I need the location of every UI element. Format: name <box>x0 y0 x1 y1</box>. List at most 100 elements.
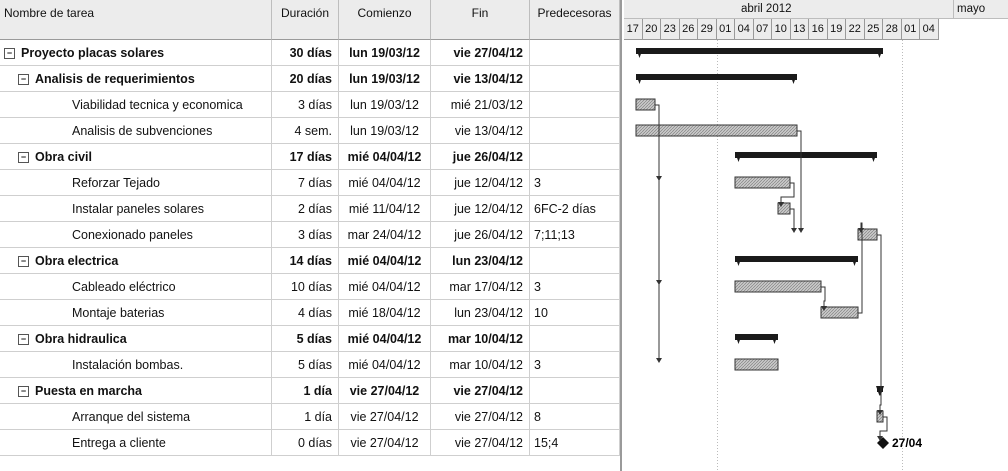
column-header-predecessors[interactable]: Predecesoras <box>530 0 620 40</box>
task-name-cell[interactable]: Instalación bombas. <box>0 352 272 378</box>
task-start-cell[interactable]: mié 04/04/12 <box>339 144 431 170</box>
task-row[interactable]: − Analisis de requerimientos 20 días lun 19… <box>0 66 620 92</box>
task-start-cell[interactable]: mié 04/04/12 <box>339 170 431 196</box>
task-name-cell[interactable]: Entrega a cliente <box>0 430 272 456</box>
task-start-cell[interactable]: mar 24/04/12 <box>339 222 431 248</box>
task-row[interactable]: − Proyecto placas solares 30 días lun 19/03… <box>0 40 620 66</box>
task-name-cell[interactable]: Cableado eléctrico <box>0 274 272 300</box>
task-end-cell[interactable]: mar 10/04/12 <box>431 352 530 378</box>
task-end-cell[interactable]: mié 21/03/12 <box>431 92 530 118</box>
task-name-cell[interactable]: Instalar paneles solares <box>0 196 272 222</box>
task-pred-cell[interactable] <box>530 118 620 144</box>
task-pred-cell[interactable] <box>530 40 620 66</box>
task-pred-cell[interactable] <box>530 92 620 118</box>
task-row[interactable]: Reforzar Tejado 7 días mié 04/04/12 jue 12/… <box>0 170 620 196</box>
task-pred-cell[interactable] <box>530 248 620 274</box>
task-duration-cell[interactable]: 5 días <box>272 352 339 378</box>
task-end-cell[interactable]: jue 26/04/12 <box>431 144 530 170</box>
task-row[interactable]: − Obra hidraulica 5 días mié 04/04/12 mar 10… <box>0 326 620 352</box>
task-pred-cell[interactable]: 7;11;13 <box>530 222 620 248</box>
task-row[interactable]: Arranque del sistema 1 día vie 27/04/12 vie… <box>0 404 620 430</box>
task-name-cell[interactable]: − Obra electrica <box>0 248 272 274</box>
task-row[interactable]: − Obra civil 17 días mié 04/04/12 jue 26/04/… <box>0 144 620 170</box>
collapse-toggle-icon[interactable]: − <box>4 48 15 59</box>
task-row[interactable]: Cableado eléctrico 10 días mié 04/04/12 mar… <box>0 274 620 300</box>
task-duration-cell[interactable]: 3 días <box>272 92 339 118</box>
task-row[interactable]: Entrega a cliente 0 días vie 27/04/12 vie 2… <box>0 430 620 456</box>
task-end-cell[interactable]: jue 26/04/12 <box>431 222 530 248</box>
task-start-cell[interactable]: lun 19/03/12 <box>339 118 431 144</box>
task-start-cell[interactable]: mié 04/04/12 <box>339 274 431 300</box>
task-duration-cell[interactable]: 0 días <box>272 430 339 456</box>
task-duration-cell[interactable]: 3 días <box>272 222 339 248</box>
collapse-toggle-icon[interactable]: − <box>18 74 29 85</box>
task-row[interactable]: Montaje baterias 4 días mié 18/04/12 lun 23… <box>0 300 620 326</box>
task-duration-cell[interactable]: 1 día <box>272 404 339 430</box>
column-header-end[interactable]: Fin <box>431 0 530 40</box>
task-start-cell[interactable]: mié 04/04/12 <box>339 326 431 352</box>
task-duration-cell[interactable]: 30 días <box>272 40 339 66</box>
task-duration-cell[interactable]: 4 días <box>272 300 339 326</box>
task-name-cell[interactable]: − Analisis de requerimientos <box>0 66 272 92</box>
task-start-cell[interactable]: mié 04/04/12 <box>339 352 431 378</box>
task-row[interactable]: Viabilidad tecnica y economica 3 días lun … <box>0 92 620 118</box>
task-name-cell[interactable]: − Obra hidraulica <box>0 326 272 352</box>
task-pred-cell[interactable]: 10 <box>530 300 620 326</box>
task-duration-cell[interactable]: 20 días <box>272 66 339 92</box>
task-end-cell[interactable]: vie 27/04/12 <box>431 430 530 456</box>
task-name-cell[interactable]: Arranque del sistema <box>0 404 272 430</box>
task-name-cell[interactable]: Conexionado paneles <box>0 222 272 248</box>
task-duration-cell[interactable]: 14 días <box>272 248 339 274</box>
task-duration-cell[interactable]: 2 días <box>272 196 339 222</box>
collapse-toggle-icon[interactable]: − <box>18 334 29 345</box>
task-start-cell[interactable]: vie 27/04/12 <box>339 404 431 430</box>
task-start-cell[interactable]: mié 04/04/12 <box>339 248 431 274</box>
task-duration-cell[interactable]: 7 días <box>272 170 339 196</box>
task-pred-cell[interactable] <box>530 66 620 92</box>
task-pred-cell[interactable] <box>530 144 620 170</box>
task-duration-cell[interactable]: 1 día <box>272 378 339 404</box>
task-start-cell[interactable]: mié 18/04/12 <box>339 300 431 326</box>
task-row[interactable]: Instalar paneles solares 2 días mié 11/04/… <box>0 196 620 222</box>
task-pred-cell[interactable]: 3 <box>530 170 620 196</box>
task-end-cell[interactable]: vie 27/04/12 <box>431 404 530 430</box>
task-pred-cell[interactable]: 6FC-2 días <box>530 196 620 222</box>
task-name-cell[interactable]: Viabilidad tecnica y economica <box>0 92 272 118</box>
task-start-cell[interactable]: lun 19/03/12 <box>339 92 431 118</box>
task-row[interactable]: − Puesta en marcha 1 día vie 27/04/12 vie 27… <box>0 378 620 404</box>
task-row[interactable]: − Obra electrica 14 días mié 04/04/12 lun 23… <box>0 248 620 274</box>
task-duration-cell[interactable]: 10 días <box>272 274 339 300</box>
task-row[interactable]: Conexionado paneles 3 días mar 24/04/12 jue… <box>0 222 620 248</box>
task-name-cell[interactable]: − Puesta en marcha <box>0 378 272 404</box>
task-pred-cell[interactable]: 15;4 <box>530 430 620 456</box>
task-name-cell[interactable]: Analisis de subvenciones <box>0 118 272 144</box>
task-duration-cell[interactable]: 17 días <box>272 144 339 170</box>
task-end-cell[interactable]: vie 13/04/12 <box>431 66 530 92</box>
task-start-cell[interactable]: lun 19/03/12 <box>339 66 431 92</box>
task-pred-cell[interactable]: 8 <box>530 404 620 430</box>
task-row[interactable]: Analisis de subvenciones 4 sem. lun 19/03/… <box>0 118 620 144</box>
task-end-cell[interactable]: vie 27/04/12 <box>431 40 530 66</box>
task-end-cell[interactable]: lun 23/04/12 <box>431 300 530 326</box>
column-header-start[interactable]: Comienzo <box>339 0 431 40</box>
task-name-cell[interactable]: Reforzar Tejado <box>0 170 272 196</box>
task-name-cell[interactable]: − Proyecto placas solares <box>0 40 272 66</box>
task-name-cell[interactable]: − Obra civil <box>0 144 272 170</box>
task-pred-cell[interactable]: 3 <box>530 352 620 378</box>
task-end-cell[interactable]: vie 27/04/12 <box>431 378 530 404</box>
collapse-toggle-icon[interactable]: − <box>18 386 29 397</box>
task-end-cell[interactable]: mar 10/04/12 <box>431 326 530 352</box>
collapse-toggle-icon[interactable]: − <box>18 152 29 163</box>
task-end-cell[interactable]: jue 12/04/12 <box>431 196 530 222</box>
task-start-cell[interactable]: lun 19/03/12 <box>339 40 431 66</box>
task-end-cell[interactable]: mar 17/04/12 <box>431 274 530 300</box>
task-end-cell[interactable]: jue 12/04/12 <box>431 170 530 196</box>
task-end-cell[interactable]: lun 23/04/12 <box>431 248 530 274</box>
task-end-cell[interactable]: vie 13/04/12 <box>431 118 530 144</box>
task-start-cell[interactable]: mié 11/04/12 <box>339 196 431 222</box>
collapse-toggle-icon[interactable]: − <box>18 256 29 267</box>
column-header-duration[interactable]: Duración <box>272 0 339 40</box>
task-start-cell[interactable]: vie 27/04/12 <box>339 430 431 456</box>
task-name-cell[interactable]: Montaje baterias <box>0 300 272 326</box>
task-pred-cell[interactable] <box>530 326 620 352</box>
